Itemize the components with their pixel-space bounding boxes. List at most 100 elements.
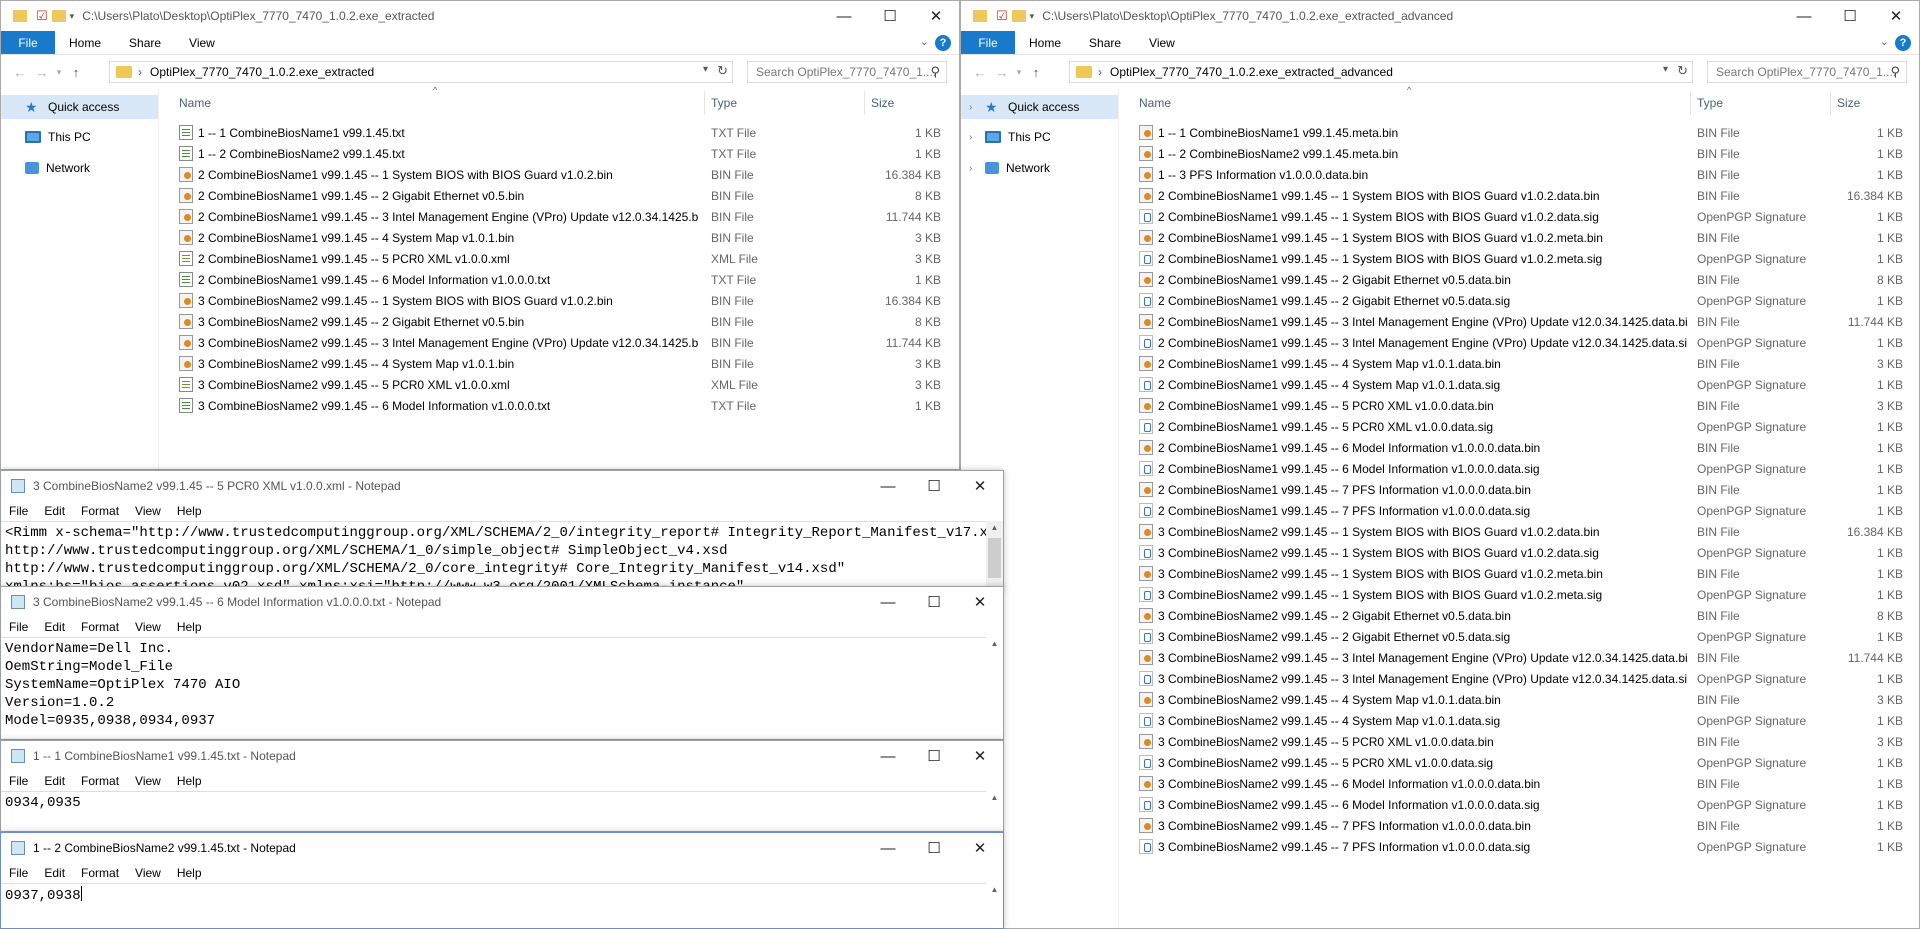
menu-edit[interactable]: Edit <box>36 620 73 634</box>
scroll-up-icon[interactable]: ▲ <box>986 523 1003 532</box>
file-row[interactable]: 2 CombineBiosName1 v99.1.45 -- 2 Gigabit… <box>179 185 941 206</box>
refresh-icon[interactable]: ↻ <box>1677 63 1688 79</box>
menu-edit[interactable]: Edit <box>36 774 73 788</box>
menu-view[interactable]: View <box>127 504 169 518</box>
title-bar[interactable]: 1 -- 2 CombineBiosName2 v99.1.45.txt - N… <box>1 833 1003 863</box>
menu-view[interactable]: View <box>127 620 169 634</box>
file-row[interactable]: 2 CombineBiosName1 v99.1.45 -- 2 Gigabit… <box>1139 269 1909 290</box>
text-editor[interactable]: 0934,0935 <box>1 791 986 831</box>
text-editor[interactable]: <Rimm x-schema="http://www.trustedcomput… <box>1 521 986 589</box>
properties-icon[interactable]: ☑ <box>36 8 48 24</box>
file-row[interactable]: 2 CombineBiosName1 v99.1.45 -- 1 System … <box>1139 185 1909 206</box>
file-row[interactable]: 3 CombineBiosName2 v99.1.45 -- 2 Gigabit… <box>1139 605 1909 626</box>
file-row[interactable]: 2 CombineBiosName1 v99.1.45 -- 4 System … <box>179 227 941 248</box>
breadcrumb-chevron-icon[interactable]: › <box>1098 65 1102 79</box>
refresh-icon[interactable]: ↻ <box>717 63 728 79</box>
column-header-name[interactable]: Name <box>173 91 705 115</box>
file-row[interactable]: 1 -- 1 CombineBiosName1 v99.1.45.txt TXT … <box>179 122 941 143</box>
file-row[interactable]: 3 CombineBiosName2 v99.1.45 -- 4 System … <box>179 353 941 374</box>
nav-item-network[interactable]: › Network <box>961 153 1118 183</box>
column-header-type[interactable]: Type <box>1691 91 1831 115</box>
title-bar[interactable]: 3 CombineBiosName2 v99.1.45 -- 5 PCR0 XM… <box>1 471 1003 501</box>
menu-format[interactable]: Format <box>73 504 127 518</box>
tab-share[interactable]: Share <box>1075 31 1135 54</box>
vertical-scrollbar[interactable]: ▲ <box>986 791 1003 831</box>
file-row[interactable]: 3 CombineBiosName2 v99.1.45 -- 5 PCR0 XM… <box>179 374 941 395</box>
file-row[interactable]: 2 CombineBiosName1 v99.1.45 -- 3 Intel M… <box>1139 311 1909 332</box>
file-row[interactable]: 3 CombineBiosName2 v99.1.45 -- 7 PFS Inf… <box>1139 815 1909 836</box>
file-row[interactable]: 2 CombineBiosName1 v99.1.45 -- 5 PCR0 XM… <box>1139 416 1909 437</box>
menu-file[interactable]: File <box>1 866 36 880</box>
menu-view[interactable]: View <box>127 774 169 788</box>
quick-access-dropdown-icon[interactable]: ▾ <box>70 11 75 22</box>
scroll-up-icon[interactable]: ▲ <box>986 639 1003 648</box>
back-button[interactable]: ← <box>9 65 31 80</box>
close-button[interactable]: ✕ <box>957 833 1003 863</box>
address-bar[interactable]: › OptiPlex_7770_7470_1.0.2.exe_extracted… <box>109 61 733 83</box>
back-button[interactable]: ← <box>969 65 991 80</box>
file-row[interactable]: 1 -- 1 CombineBiosName1 v99.1.45.meta.bi… <box>1139 122 1909 143</box>
up-button[interactable]: ↑ <box>65 65 87 80</box>
up-button[interactable]: ↑ <box>1025 65 1047 80</box>
help-icon[interactable]: ? <box>1895 35 1911 51</box>
maximize-button[interactable]: ☐ <box>867 1 913 31</box>
help-icon[interactable]: ? <box>935 35 951 51</box>
maximize-button[interactable]: ☐ <box>911 741 957 771</box>
file-row[interactable]: 2 CombineBiosName1 v99.1.45 -- 5 PCR0 XM… <box>179 248 941 269</box>
scroll-thumb[interactable] <box>988 538 1001 578</box>
tab-home[interactable]: Home <box>55 31 115 54</box>
file-row[interactable]: 2 CombineBiosName1 v99.1.45 -- 1 System … <box>1139 227 1909 248</box>
recent-locations-icon[interactable]: ▾ <box>53 67 65 78</box>
minimize-button[interactable]: — <box>865 471 911 501</box>
search-box[interactable]: Search OptiPlex_7770_7470_1.... ⚲ <box>747 61 947 83</box>
expand-arrow-icon[interactable]: › <box>969 163 972 174</box>
file-row[interactable]: 3 CombineBiosName2 v99.1.45 -- 1 System … <box>1139 563 1909 584</box>
menu-format[interactable]: Format <box>73 620 127 634</box>
maximize-button[interactable]: ☐ <box>911 471 957 501</box>
nav-item-quick-access[interactable]: ★ Quick access <box>1 95 158 119</box>
tab-share[interactable]: Share <box>115 31 175 54</box>
menu-edit[interactable]: Edit <box>36 504 73 518</box>
tab-home[interactable]: Home <box>1015 31 1075 54</box>
file-row[interactable]: 2 CombineBiosName1 v99.1.45 -- 4 System … <box>1139 374 1909 395</box>
tab-file[interactable]: File <box>961 31 1015 54</box>
close-button[interactable]: ✕ <box>957 587 1003 617</box>
file-row[interactable]: 3 CombineBiosName2 v99.1.45 -- 1 System … <box>1139 521 1909 542</box>
maximize-button[interactable]: ☐ <box>911 833 957 863</box>
file-row[interactable]: 2 CombineBiosName1 v99.1.45 -- 5 PCR0 XM… <box>1139 395 1909 416</box>
expand-arrow-icon[interactable]: › <box>969 132 972 143</box>
title-bar[interactable]: 3 CombineBiosName2 v99.1.45 -- 6 Model I… <box>1 587 1003 617</box>
vertical-scrollbar[interactable]: ▲ <box>986 521 1003 589</box>
file-row[interactable]: 1 -- 2 CombineBiosName2 v99.1.45.txt TXT … <box>179 143 941 164</box>
file-row[interactable]: 3 CombineBiosName2 v99.1.45 -- 2 Gigabit… <box>1139 626 1909 647</box>
search-icon[interactable]: ⚲ <box>930 64 940 80</box>
column-header-size[interactable]: Size <box>865 91 955 115</box>
title-bar[interactable]: 1 -- 1 CombineBiosName1 v99.1.45.txt - N… <box>1 741 1003 771</box>
expand-arrow-icon[interactable]: › <box>969 102 972 113</box>
minimize-button[interactable]: — <box>821 1 867 31</box>
address-path[interactable]: OptiPlex_7770_7470_1.0.2.exe_extracted_a… <box>1110 65 1393 79</box>
file-row[interactable]: 2 CombineBiosName1 v99.1.45 -- 3 Intel M… <box>179 206 941 227</box>
close-button[interactable]: ✕ <box>913 1 959 31</box>
nav-item-quick-access[interactable]: › ★ Quick access <box>961 95 1118 119</box>
file-row[interactable]: 2 CombineBiosName1 v99.1.45 -- 2 Gigabit… <box>1139 290 1909 311</box>
file-row[interactable]: 2 CombineBiosName1 v99.1.45 -- 1 System … <box>1139 248 1909 269</box>
text-editor[interactable]: VendorName=Dell Inc. OemString=Model_Fil… <box>1 637 986 739</box>
file-row[interactable]: 3 CombineBiosName2 v99.1.45 -- 1 System … <box>1139 542 1909 563</box>
minimize-button[interactable]: — <box>865 741 911 771</box>
title-bar[interactable]: ☑ ▾ C:\Users\Plato\Desktop\OptiPlex_7770… <box>961 1 1919 31</box>
file-row[interactable]: 2 CombineBiosName1 v99.1.45 -- 6 Model I… <box>1139 437 1909 458</box>
address-bar[interactable]: › OptiPlex_7770_7470_1.0.2.exe_extracted… <box>1069 61 1693 83</box>
new-folder-icon[interactable] <box>1011 10 1026 22</box>
recent-locations-icon[interactable]: ▾ <box>1013 67 1025 78</box>
menu-help[interactable]: Help <box>169 774 210 788</box>
nav-item-network[interactable]: Network <box>1 153 158 183</box>
minimize-button[interactable]: — <box>1781 1 1827 31</box>
file-row[interactable]: 3 CombineBiosName2 v99.1.45 -- 4 System … <box>1139 710 1909 731</box>
file-row[interactable]: 2 CombineBiosName1 v99.1.45 -- 1 System … <box>1139 206 1909 227</box>
file-row[interactable]: 3 CombineBiosName2 v99.1.45 -- 5 PCR0 XM… <box>1139 752 1909 773</box>
properties-icon[interactable]: ☑ <box>996 8 1008 24</box>
close-button[interactable]: ✕ <box>957 741 1003 771</box>
new-folder-icon[interactable] <box>51 10 66 22</box>
menu-help[interactable]: Help <box>169 504 210 518</box>
